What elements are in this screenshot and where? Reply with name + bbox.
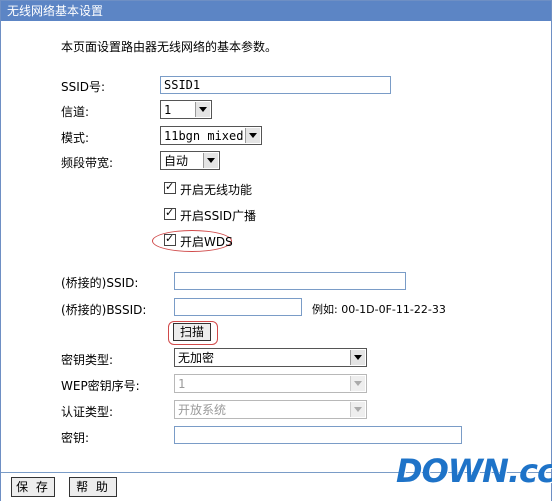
- bssid-example: 例如: 00-1D-0F-11-22-33: [312, 303, 446, 316]
- auth-type-label: 认证类型:: [61, 405, 114, 419]
- bridge-ssid-label: (桥接的)SSID:: [61, 276, 139, 290]
- key-input[interactable]: [174, 426, 462, 444]
- enable-wireless-label: 开启无线功能: [180, 183, 253, 197]
- mode-value: 11bgn mixed: [164, 129, 244, 143]
- bandwidth-label: 频段带宽:: [61, 156, 114, 170]
- intro-text: 本页面设置路由器无线网络的基本参数。: [61, 40, 278, 54]
- wep-index-label: WEP密钥序号:: [61, 379, 140, 393]
- key-type-select[interactable]: 无加密: [174, 348, 367, 367]
- wep-index-value: 1: [178, 377, 186, 391]
- ssid-label: SSID号:: [61, 80, 106, 94]
- chevron-down-icon[interactable]: [350, 350, 365, 365]
- channel-select[interactable]: 1: [160, 100, 212, 119]
- auth-type-select[interactable]: 开放系统: [174, 400, 367, 419]
- bridge-ssid-input[interactable]: [174, 272, 406, 290]
- chevron-down-icon[interactable]: [350, 402, 365, 417]
- watermark-logo: DOWN.cc: [396, 452, 552, 490]
- enable-ssid-broadcast-checkbox[interactable]: [164, 206, 176, 220]
- key-label: 密钥:: [61, 431, 90, 445]
- key-type-value: 无加密: [178, 351, 215, 365]
- scan-button[interactable]: 扫描: [173, 323, 211, 341]
- chevron-down-icon[interactable]: [350, 376, 365, 391]
- key-type-label: 密钥类型:: [61, 353, 114, 367]
- auth-type-value: 开放系统: [178, 403, 227, 417]
- bandwidth-value: 自动: [164, 154, 189, 168]
- mode-select[interactable]: 11bgn mixed: [160, 126, 262, 145]
- bridge-bssid-input[interactable]: [174, 298, 302, 316]
- settings-panel: 无线网络基本设置 本页面设置路由器无线网络的基本参数。 SSID号: SSID1…: [0, 0, 552, 501]
- channel-label: 信道:: [61, 105, 90, 119]
- enable-ssid-broadcast-label: 开启SSID广播: [180, 209, 257, 223]
- mode-label: 模式:: [61, 131, 90, 145]
- chevron-down-icon[interactable]: [195, 102, 210, 117]
- enable-wds-checkbox[interactable]: [164, 232, 176, 246]
- channel-value: 1: [164, 103, 172, 117]
- page-title: 无线网络基本设置: [1, 1, 551, 21]
- chevron-down-icon[interactable]: [203, 153, 218, 168]
- wep-index-select[interactable]: 1: [174, 374, 367, 393]
- help-button[interactable]: 帮 助: [69, 477, 117, 497]
- save-button[interactable]: 保 存: [11, 477, 55, 497]
- bridge-bssid-label: (桥接的)BSSID:: [61, 303, 147, 317]
- chevron-down-icon[interactable]: [245, 128, 260, 143]
- enable-wds-label: 开启WDS: [180, 235, 233, 249]
- enable-wireless-checkbox[interactable]: [164, 180, 176, 194]
- ssid-input[interactable]: SSID1: [160, 76, 391, 94]
- bandwidth-select[interactable]: 自动: [160, 151, 220, 170]
